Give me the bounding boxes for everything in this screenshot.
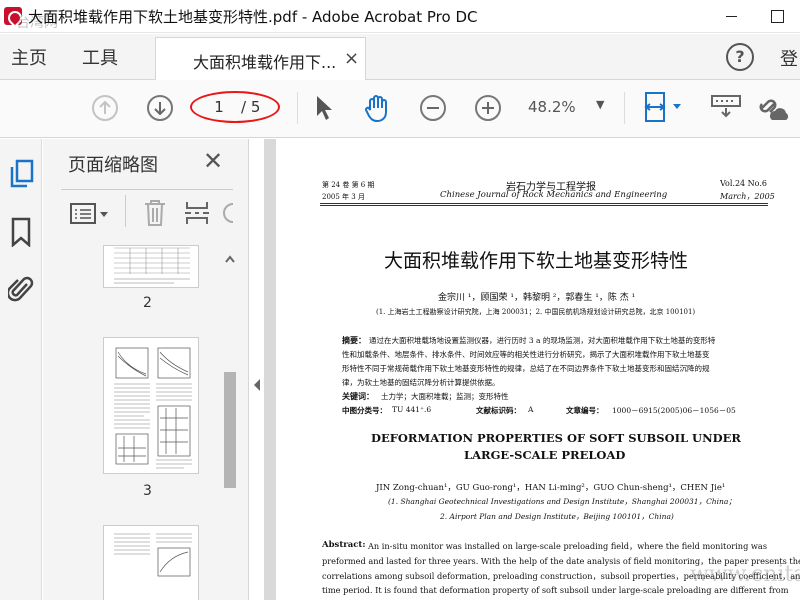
page-total: / 5 xyxy=(241,98,261,116)
page-number-input[interactable] xyxy=(204,97,234,117)
abstract-cn-line: 律，为软土地基的固结沉降分析计算提供依据。 xyxy=(342,378,500,387)
abstract-label-cn: 摘要： xyxy=(342,336,366,345)
scrollbar-thumb[interactable] xyxy=(224,372,236,488)
window-title: 大面积堆载作用下软土地基变形特性.pdf - Adobe Acrobat Pro… xyxy=(28,8,478,26)
page-thumbnail[interactable] xyxy=(103,337,199,474)
thumbnail-label: 3 xyxy=(143,483,152,499)
help-icon[interactable]: ? xyxy=(726,43,754,71)
insert-page-icon[interactable] xyxy=(183,198,211,232)
signin-link[interactable]: 登 xyxy=(780,45,798,71)
toolbar: / 5 48.2% ▼ xyxy=(0,80,800,138)
pdf-page: 第 24 卷 第 6 期 2005 年 3 月 岩石力学与工程学报 Chines… xyxy=(276,139,800,600)
panel-title: 页面缩略图 xyxy=(68,155,158,176)
journal-volume: 第 24 卷 第 6 期 xyxy=(322,181,375,189)
doccode-value: A xyxy=(528,405,534,414)
minimize-button[interactable] xyxy=(708,0,754,33)
tab-bar: 主页 工具 大面积堆载作用下... × ? 登 xyxy=(0,34,800,81)
close-panel-icon[interactable]: ✕ xyxy=(203,147,223,175)
panel-tools-divider xyxy=(125,195,126,227)
keywords-label-cn: 关键词： xyxy=(342,392,374,401)
toolbar-divider xyxy=(624,92,625,124)
article-label: 文章编号： xyxy=(566,406,604,415)
paper-title-cn: 大面积堆载作用下软土地基变形特性 xyxy=(384,250,689,272)
thumbnail-scrollbar[interactable] xyxy=(222,252,238,600)
select-cursor-icon[interactable] xyxy=(313,94,335,126)
authors-cn: 金宗川 ¹，顾国荣 ¹，韩黎明 ²，郭春生 ¹，陈 杰 ¹ xyxy=(438,293,636,303)
document-viewer[interactable]: 第 24 卷 第 6 期 2005 年 3 月 岩石力学与工程学报 Chines… xyxy=(264,139,800,600)
tab-document[interactable]: 大面积堆载作用下... × xyxy=(155,37,366,81)
rotate-page-icon[interactable] xyxy=(222,198,234,232)
thumbnail-label: 2 xyxy=(143,295,152,311)
page-thumbnails-icon[interactable] xyxy=(9,159,35,193)
document-tab-label: 大面积堆载作用下... xyxy=(193,53,337,72)
keywords-cn: 土力学；大面积堆载；监测；变形特性 xyxy=(381,392,509,401)
panel-toolbar xyxy=(61,189,234,239)
hand-tool-icon[interactable] xyxy=(362,92,394,128)
abstract-cn-line: 形特性不同于常规荷载作用下软土地基变形特性的规律，总结了在不同边界条件下软土地基… xyxy=(342,364,710,373)
class-label: 中图分类号： xyxy=(342,406,387,415)
header-rule xyxy=(320,205,768,206)
abstract-cn-line: 通过在大面积堆载场地设置监测仪器，进行历时 3 a 的现场监测，对大面积堆载作用… xyxy=(369,336,716,345)
title-bar: 台湾网 大面积堆载作用下软土地基变形特性.pdf - Adobe Acrobat… xyxy=(0,0,800,33)
doccode-label: 文献标识码： xyxy=(476,406,521,415)
collapse-panel-icon[interactable] xyxy=(251,370,263,400)
abstract-en-line: An in-situ monitor was installed on larg… xyxy=(368,541,768,551)
journal-name-en: Chinese Journal of Rock Mechanics and En… xyxy=(440,190,668,200)
class-value: TU 441⁺.6 xyxy=(392,405,432,414)
next-page-icon[interactable] xyxy=(147,95,173,121)
paper-title-en-line2: LARGE-SCALE PRELOAD xyxy=(464,448,626,462)
delete-page-icon[interactable] xyxy=(141,198,169,232)
tab-tools[interactable]: 工具 xyxy=(82,44,118,70)
share-link-icon[interactable] xyxy=(756,92,790,128)
keyboard-icon[interactable] xyxy=(710,94,742,126)
affiliation-cn: (1. 上海岩土工程勘察设计研究院，上海 200031；2. 中国民航机场规划设… xyxy=(376,308,696,316)
journal-date-en: March，2005 xyxy=(720,192,775,201)
article-value: 1000－6915(2005)06－1056－05 xyxy=(612,406,736,415)
close-tab-icon[interactable]: × xyxy=(344,48,359,69)
paper-title-en-line1: DEFORMATION PROPERTIES OF SOFT SUBSOIL U… xyxy=(371,431,741,445)
header-rule xyxy=(320,203,768,204)
journal-volume-en: Vol.24 No.6 xyxy=(720,179,767,188)
maximize-button[interactable] xyxy=(754,0,800,33)
tab-home[interactable]: 主页 xyxy=(11,44,47,70)
abstract-cn-line: 性和加载条件、地层条件、排水条件、时间效应等的相关性进行分析研究，揭示了大面积堆… xyxy=(342,350,710,359)
site-watermark: www.cnitao.com xyxy=(690,562,800,587)
bookmark-icon[interactable] xyxy=(10,217,32,251)
zoom-in-icon[interactable] xyxy=(475,95,501,121)
page-thumbnails-panel: 页面缩略图 ✕ 2 3 xyxy=(43,139,249,600)
affiliation-en-line2: 2. Airport Plan and Design Institute，Bei… xyxy=(440,512,674,521)
journal-date: 2005 年 3 月 xyxy=(322,193,365,201)
zoom-level[interactable]: 48.2% xyxy=(528,98,576,116)
left-rail xyxy=(0,139,42,600)
zoom-out-icon[interactable] xyxy=(420,95,446,121)
page-thumbnail[interactable] xyxy=(103,245,199,288)
attachment-icon[interactable] xyxy=(6,272,34,308)
previous-page-icon[interactable] xyxy=(92,95,118,121)
zoom-dropdown-icon[interactable]: ▼ xyxy=(596,98,604,111)
thumbnails-list: 2 3 xyxy=(43,245,235,600)
abstract-label-en: Abstract: xyxy=(322,540,366,550)
page-thumbnail[interactable] xyxy=(103,525,199,600)
affiliation-en-line1: (1. Shanghai Geotechnical Investigations… xyxy=(388,497,736,506)
options-menu-icon[interactable] xyxy=(69,201,113,231)
fit-page-icon[interactable] xyxy=(643,90,685,130)
authors-en: JIN Zong-chuan¹，GU Guo-rong¹，HAN Li-ming… xyxy=(376,483,726,493)
toolbar-divider xyxy=(297,92,298,124)
